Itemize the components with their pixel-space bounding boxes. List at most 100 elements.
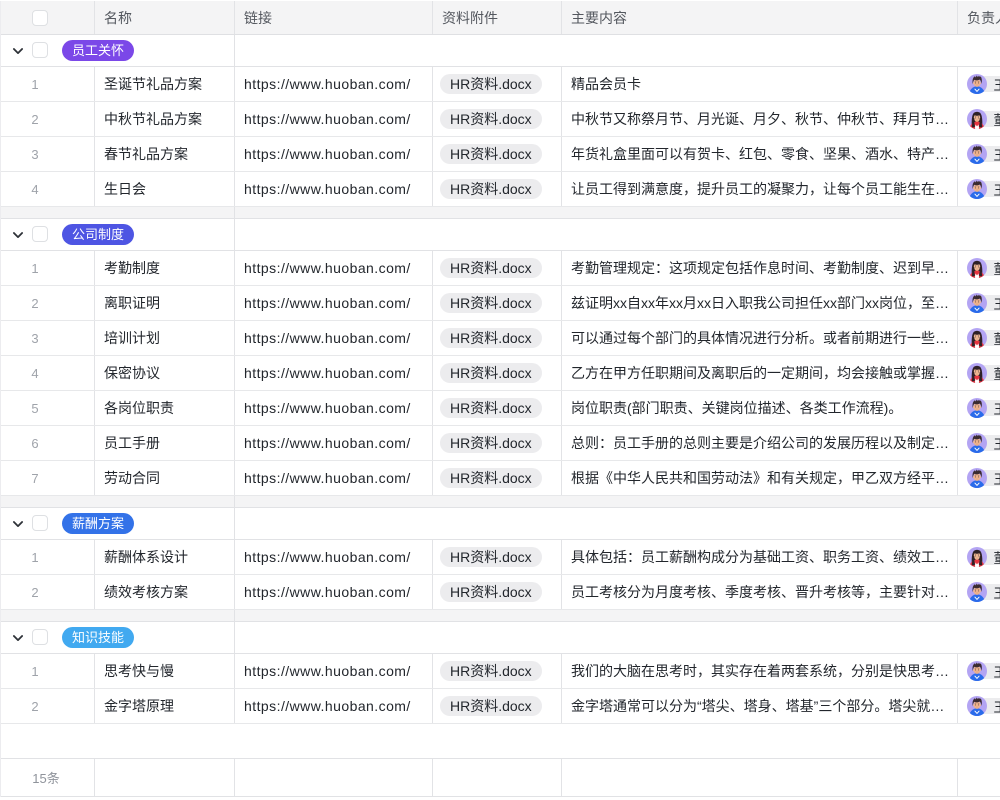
- group-badge[interactable]: 公司制度: [62, 224, 134, 245]
- owner-cell[interactable]: 董雪: [958, 540, 1000, 574]
- attachment-pill[interactable]: HR资料.docx: [440, 328, 542, 348]
- group-select-checkbox[interactable]: [32, 515, 48, 531]
- row-index-cell[interactable]: 1: [1, 67, 95, 101]
- content-cell[interactable]: 具体包括：员工薪酬构成分为基础工资、职务工资、绩效工…: [562, 540, 958, 574]
- owner-cell[interactable]: 王明: [958, 137, 1000, 171]
- attachment-pill[interactable]: HR资料.docx: [440, 661, 542, 681]
- name-cell[interactable]: 各岗位职责: [95, 391, 235, 425]
- chevron-down-icon[interactable]: [12, 229, 24, 241]
- owner-cell[interactable]: 王明: [958, 172, 1000, 206]
- name-cell[interactable]: 圣诞节礼品方案: [95, 67, 235, 101]
- attachment-cell[interactable]: HR资料.docx: [433, 654, 562, 688]
- attachment-cell[interactable]: HR资料.docx: [433, 540, 562, 574]
- attachment-cell[interactable]: HR资料.docx: [433, 102, 562, 136]
- owner-cell[interactable]: 王明: [958, 67, 1000, 101]
- attachment-pill[interactable]: HR资料.docx: [440, 363, 542, 383]
- name-cell[interactable]: 金字塔原理: [95, 689, 235, 723]
- chevron-down-icon[interactable]: [12, 45, 24, 57]
- row-index-cell[interactable]: 2: [1, 689, 95, 723]
- owner-cell[interactable]: 董雪: [958, 251, 1000, 285]
- owner-cell[interactable]: 王明: [958, 461, 1000, 495]
- content-cell[interactable]: 总则：员工手册的总则主要是介绍公司的发展历程以及制定…: [562, 426, 958, 460]
- name-cell[interactable]: 春节礼品方案: [95, 137, 235, 171]
- attachment-cell[interactable]: HR资料.docx: [433, 575, 562, 609]
- name-cell[interactable]: 生日会: [95, 172, 235, 206]
- content-cell[interactable]: 岗位职责(部门职责、关键岗位描述、各类工作流程)。: [562, 391, 958, 425]
- column-header-content[interactable]: 主要内容: [562, 1, 958, 34]
- column-header-link[interactable]: 链接: [235, 1, 433, 34]
- content-cell[interactable]: 考勤管理规定：这项规定包括作息时间、考勤制度、迟到早…: [562, 251, 958, 285]
- name-cell[interactable]: 劳动合同: [95, 461, 235, 495]
- row-index-cell[interactable]: 2: [1, 286, 95, 320]
- group-badge[interactable]: 知识技能: [62, 627, 134, 648]
- name-cell[interactable]: 保密协议: [95, 356, 235, 390]
- link-cell[interactable]: https://www.huoban.com/: [235, 461, 433, 495]
- chevron-down-icon[interactable]: [12, 632, 24, 644]
- attachment-cell[interactable]: HR资料.docx: [433, 251, 562, 285]
- row-index-cell[interactable]: 5: [1, 391, 95, 425]
- attachment-cell[interactable]: HR资料.docx: [433, 461, 562, 495]
- attachment-cell[interactable]: HR资料.docx: [433, 426, 562, 460]
- attachment-cell[interactable]: HR资料.docx: [433, 689, 562, 723]
- column-header-name[interactable]: 名称: [95, 1, 235, 34]
- link-cell[interactable]: https://www.huoban.com/: [235, 689, 433, 723]
- row-index-cell[interactable]: 4: [1, 356, 95, 390]
- link-cell[interactable]: https://www.huoban.com/: [235, 286, 433, 320]
- attachment-pill[interactable]: HR资料.docx: [440, 109, 542, 129]
- attachment-pill[interactable]: HR资料.docx: [440, 74, 542, 94]
- group-select-checkbox[interactable]: [32, 42, 48, 58]
- link-cell[interactable]: https://www.huoban.com/: [235, 67, 433, 101]
- column-header-attachment[interactable]: 资料附件: [433, 1, 562, 34]
- attachment-cell[interactable]: HR资料.docx: [433, 391, 562, 425]
- content-cell[interactable]: 员工考核分为月度考核、季度考核、晋升考核等，主要针对…: [562, 575, 958, 609]
- content-cell[interactable]: 兹证明xx自xx年xx月xx日入职我公司担任xx部门xx岗位，至…: [562, 286, 958, 320]
- attachment-pill[interactable]: HR资料.docx: [440, 293, 542, 313]
- content-cell[interactable]: 可以通过每个部门的具体情况进行分析。或者前期进行一些…: [562, 321, 958, 355]
- attachment-cell[interactable]: HR资料.docx: [433, 137, 562, 171]
- link-cell[interactable]: https://www.huoban.com/: [235, 426, 433, 460]
- attachment-cell[interactable]: HR资料.docx: [433, 321, 562, 355]
- link-cell[interactable]: https://www.huoban.com/: [235, 540, 433, 574]
- owner-cell[interactable]: 王明: [958, 391, 1000, 425]
- column-header-owner[interactable]: 负责人: [958, 1, 1000, 34]
- content-cell[interactable]: 乙方在甲方任职期间及离职后的一定期间，均会接触或掌握…: [562, 356, 958, 390]
- owner-cell[interactable]: 王明: [958, 689, 1000, 723]
- name-cell[interactable]: 薪酬体系设计: [95, 540, 235, 574]
- attachment-pill[interactable]: HR资料.docx: [440, 547, 542, 567]
- content-cell[interactable]: 精品会员卡: [562, 67, 958, 101]
- name-cell[interactable]: 中秋节礼品方案: [95, 102, 235, 136]
- row-index-cell[interactable]: 2: [1, 102, 95, 136]
- attachment-pill[interactable]: HR资料.docx: [440, 398, 542, 418]
- owner-cell[interactable]: 董雪: [958, 356, 1000, 390]
- content-cell[interactable]: 中秋节又称祭月节、月光诞、月夕、秋节、仲秋节、拜月节…: [562, 102, 958, 136]
- group-badge[interactable]: 薪酬方案: [62, 513, 134, 534]
- content-cell[interactable]: 让员工得到满意度，提升员工的凝聚力，让每个员工能生在…: [562, 172, 958, 206]
- link-cell[interactable]: https://www.huoban.com/: [235, 575, 433, 609]
- content-cell[interactable]: 年货礼盒里面可以有贺卡、红包、零食、坚果、酒水、特产…: [562, 137, 958, 171]
- row-index-cell[interactable]: 3: [1, 137, 95, 171]
- attachment-cell[interactable]: HR资料.docx: [433, 356, 562, 390]
- owner-cell[interactable]: 王明: [958, 575, 1000, 609]
- row-index-cell[interactable]: 7: [1, 461, 95, 495]
- attachment-pill[interactable]: HR资料.docx: [440, 258, 542, 278]
- name-cell[interactable]: 考勤制度: [95, 251, 235, 285]
- attachment-pill[interactable]: HR资料.docx: [440, 696, 542, 716]
- select-all-checkbox[interactable]: [32, 10, 48, 26]
- row-index-cell[interactable]: 6: [1, 426, 95, 460]
- chevron-down-icon[interactable]: [12, 518, 24, 530]
- name-cell[interactable]: 培训计划: [95, 321, 235, 355]
- group-select-checkbox[interactable]: [32, 629, 48, 645]
- link-cell[interactable]: https://www.huoban.com/: [235, 391, 433, 425]
- name-cell[interactable]: 员工手册: [95, 426, 235, 460]
- content-cell[interactable]: 根据《中华人民共和国劳动法》和有关规定，甲乙双方经平…: [562, 461, 958, 495]
- attachment-cell[interactable]: HR资料.docx: [433, 286, 562, 320]
- link-cell[interactable]: https://www.huoban.com/: [235, 321, 433, 355]
- link-cell[interactable]: https://www.huoban.com/: [235, 137, 433, 171]
- attachment-pill[interactable]: HR资料.docx: [440, 433, 542, 453]
- row-index-cell[interactable]: 4: [1, 172, 95, 206]
- link-cell[interactable]: https://www.huoban.com/: [235, 102, 433, 136]
- attachment-pill[interactable]: HR资料.docx: [440, 468, 542, 488]
- link-cell[interactable]: https://www.huoban.com/: [235, 356, 433, 390]
- link-cell[interactable]: https://www.huoban.com/: [235, 251, 433, 285]
- group-select-checkbox[interactable]: [32, 226, 48, 242]
